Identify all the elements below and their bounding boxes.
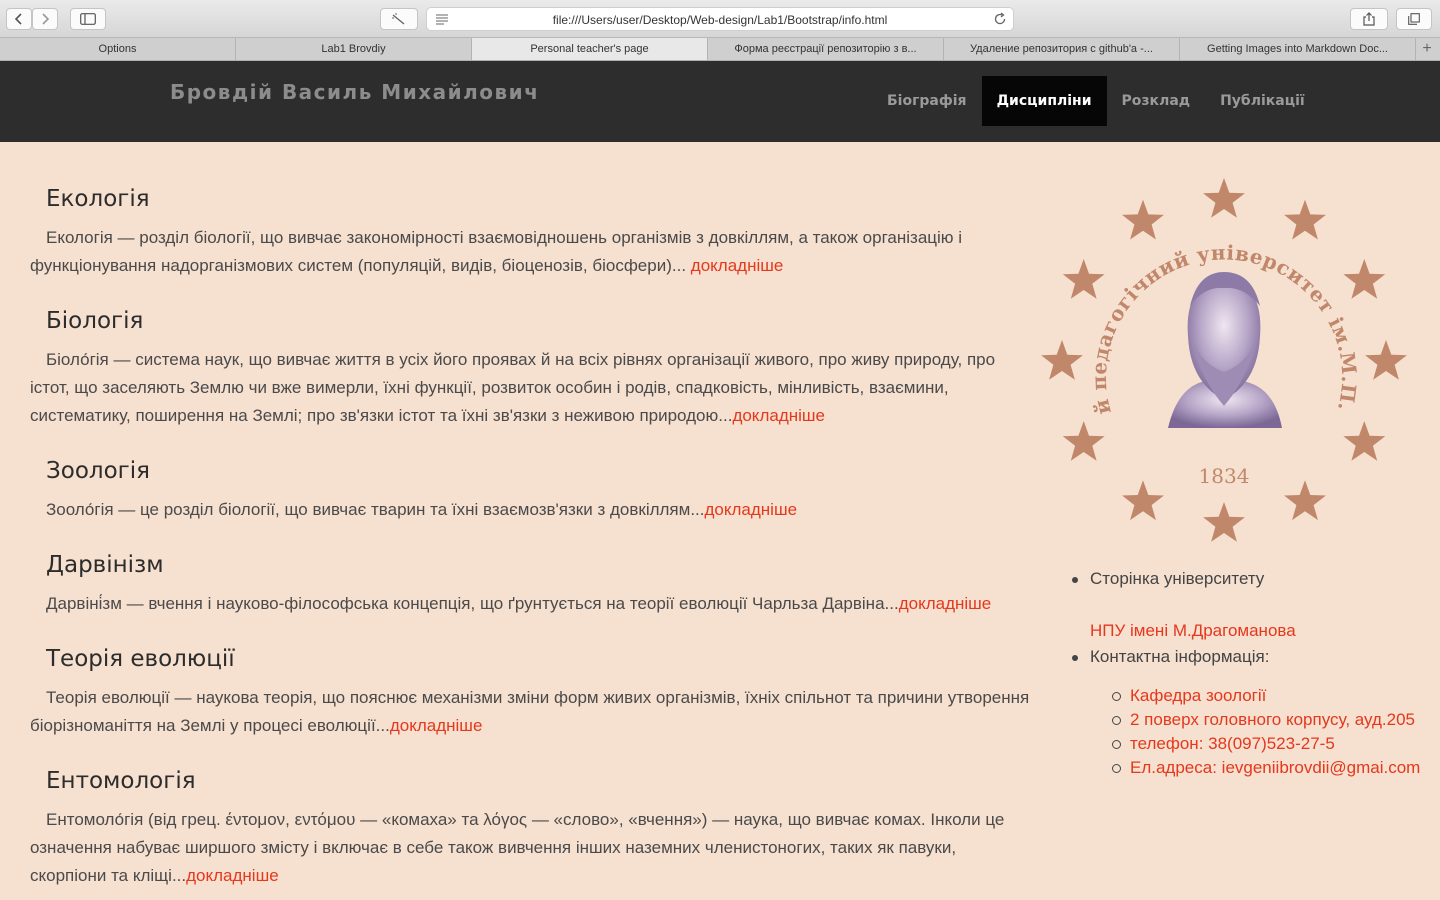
tab[interactable]: Форма реєстрації репозиторію з в... <box>708 38 944 60</box>
star-icon <box>1284 480 1326 521</box>
contact-email[interactable]: Ел.адреса: ievgeniibrovdii@gmai.com <box>1112 756 1430 780</box>
contacts-label: Контактна інформація: <box>1090 647 1270 666</box>
plus-icon: + <box>1422 40 1432 57</box>
contacts-list: Кафедра зоології 2 поверх головного корп… <box>1090 684 1430 780</box>
discipline-description: Екологія — розділ біології, що вивчає за… <box>30 228 963 275</box>
site-navbar: Бровдій Василь Михайлович Біографія Дисц… <box>0 61 1440 142</box>
emblem-year: 1834 <box>1199 464 1250 488</box>
discipline-title: Біологія <box>46 308 144 334</box>
more-link[interactable]: докладніше <box>390 716 483 735</box>
tabs-overview-button[interactable] <box>1396 8 1432 30</box>
discipline-title: Екологія <box>46 186 150 212</box>
star-icon <box>1062 421 1105 461</box>
discipline-title: Зоологія <box>46 458 150 484</box>
discipline-description: Зооло́гія — це розділ біології, що вивча… <box>46 500 798 519</box>
more-link[interactable]: докладніше <box>686 256 784 275</box>
university-link[interactable]: НПУ імені М.Драгоманова <box>1090 618 1430 644</box>
nav-item-schedule[interactable]: Розклад <box>1107 76 1206 126</box>
tab[interactable]: Getting Images into Markdown Doc... <box>1180 38 1416 60</box>
more-link[interactable]: докладніше <box>732 406 825 425</box>
sidebar-item-university: Сторінка університету НПУ імені М.Драгом… <box>1070 566 1430 644</box>
bust-portrait <box>1168 272 1282 428</box>
discipline-title: Дарвінізм <box>46 552 164 578</box>
star-icon <box>1343 259 1386 299</box>
share-icon <box>1363 12 1375 26</box>
nav-item-disciplines[interactable]: Дисципліни <box>981 76 1107 126</box>
nav-item-publications[interactable]: Публікації <box>1205 76 1320 126</box>
share-button[interactable] <box>1350 8 1388 30</box>
contact-phone[interactable]: телефон: 38(097)523-27-5 <box>1112 732 1430 756</box>
star-icon <box>1343 421 1386 461</box>
site-brand[interactable]: Бровдій Василь Михайлович <box>170 80 539 104</box>
sidebar-list: Сторінка університету НПУ імені М.Драгом… <box>1070 566 1430 780</box>
contact-department[interactable]: Кафедра зоології <box>1112 684 1430 708</box>
tab-active[interactable]: Personal teacher's page <box>472 38 708 60</box>
tab[interactable]: Options <box>0 38 236 60</box>
discipline-title: Ентомологія <box>46 768 196 794</box>
discipline-description: Ентомоло́гія (від грец. έντομον, εντόμου… <box>30 810 1005 885</box>
browser-toolbar: file:///Users/user/Desktop/Web-design/La… <box>0 0 1440 38</box>
forward-button[interactable] <box>32 8 58 30</box>
discipline-section: Екологія Екологія — розділ біології, що … <box>30 182 1035 280</box>
discipline-section: Дарвінізм Дарвіні́зм — вчення і науково-… <box>30 548 1035 618</box>
star-icon <box>1122 480 1164 521</box>
sidebar-item-contacts: Контактна інформація: Кафедра зоології 2… <box>1070 644 1430 780</box>
star-icon <box>1062 259 1105 299</box>
tab-bar: Options Lab1 Brovdiy Personal teacher's … <box>0 38 1440 61</box>
star-icon <box>1365 340 1407 380</box>
sidebar: Сторінка університету НПУ імені М.Драгом… <box>1070 566 1430 780</box>
star-icon <box>1203 178 1245 218</box>
star-icon <box>1122 199 1164 240</box>
star-icon <box>1203 502 1245 542</box>
back-button[interactable] <box>6 8 32 30</box>
new-tab-button[interactable]: + <box>1416 38 1438 60</box>
extensions-button[interactable] <box>380 8 418 30</box>
contact-address[interactable]: 2 поверх головного корпусу, ауд.205 <box>1112 708 1430 732</box>
star-icon <box>1041 340 1083 380</box>
chevron-left-icon <box>14 13 22 25</box>
more-link[interactable]: докладніше <box>186 866 279 885</box>
discipline-section: Біологія Біоло́гія — система наук, що ви… <box>30 304 1035 430</box>
address-bar[interactable]: file:///Users/user/Desktop/Web-design/La… <box>426 7 1014 31</box>
disciplines-list: Екологія Екологія — розділ біології, що … <box>30 182 1035 900</box>
discipline-section: Теорія еволюції Теорія еволюції — науков… <box>30 642 1035 740</box>
nav-menu: Біографія Дисципліни Розклад Публікації <box>872 76 1320 126</box>
discipline-description: Теорія еволюції — наукова теорія, що поя… <box>30 688 1030 735</box>
discipline-section: Зоологія Зооло́гія — це розділ біології,… <box>30 454 1035 524</box>
nav-item-biography[interactable]: Біографія <box>872 76 982 126</box>
university-label: Сторінка університету <box>1090 569 1265 588</box>
sidebar-icon <box>80 13 96 25</box>
reload-icon[interactable] <box>993 12 1007 26</box>
sidebar-toggle-button[interactable] <box>70 8 106 30</box>
discipline-section: Ентомологія Ентомоло́гія (від грец. έντο… <box>30 764 1035 890</box>
url-text[interactable]: file:///Users/user/Desktop/Web-design/La… <box>427 13 1013 27</box>
discipline-title: Теорія еволюції <box>46 646 235 672</box>
tabs-icon <box>1408 13 1420 25</box>
more-link[interactable]: докладніше <box>705 500 798 519</box>
discipline-description: Дарвіні́зм — вчення і науково-філософськ… <box>46 594 992 613</box>
more-link[interactable]: докладніше <box>899 594 992 613</box>
tab[interactable]: Удаление репозитория с github'а -... <box>944 38 1180 60</box>
discipline-description: Біоло́гія — система наук, що вивчає житт… <box>30 350 996 425</box>
chevron-right-icon <box>42 13 50 25</box>
university-emblem: Національний педагогічний університет ім… <box>1038 176 1407 542</box>
tab[interactable]: Lab1 Brovdiy <box>236 38 472 60</box>
star-icon <box>1284 199 1326 240</box>
wand-icon <box>392 13 405 25</box>
